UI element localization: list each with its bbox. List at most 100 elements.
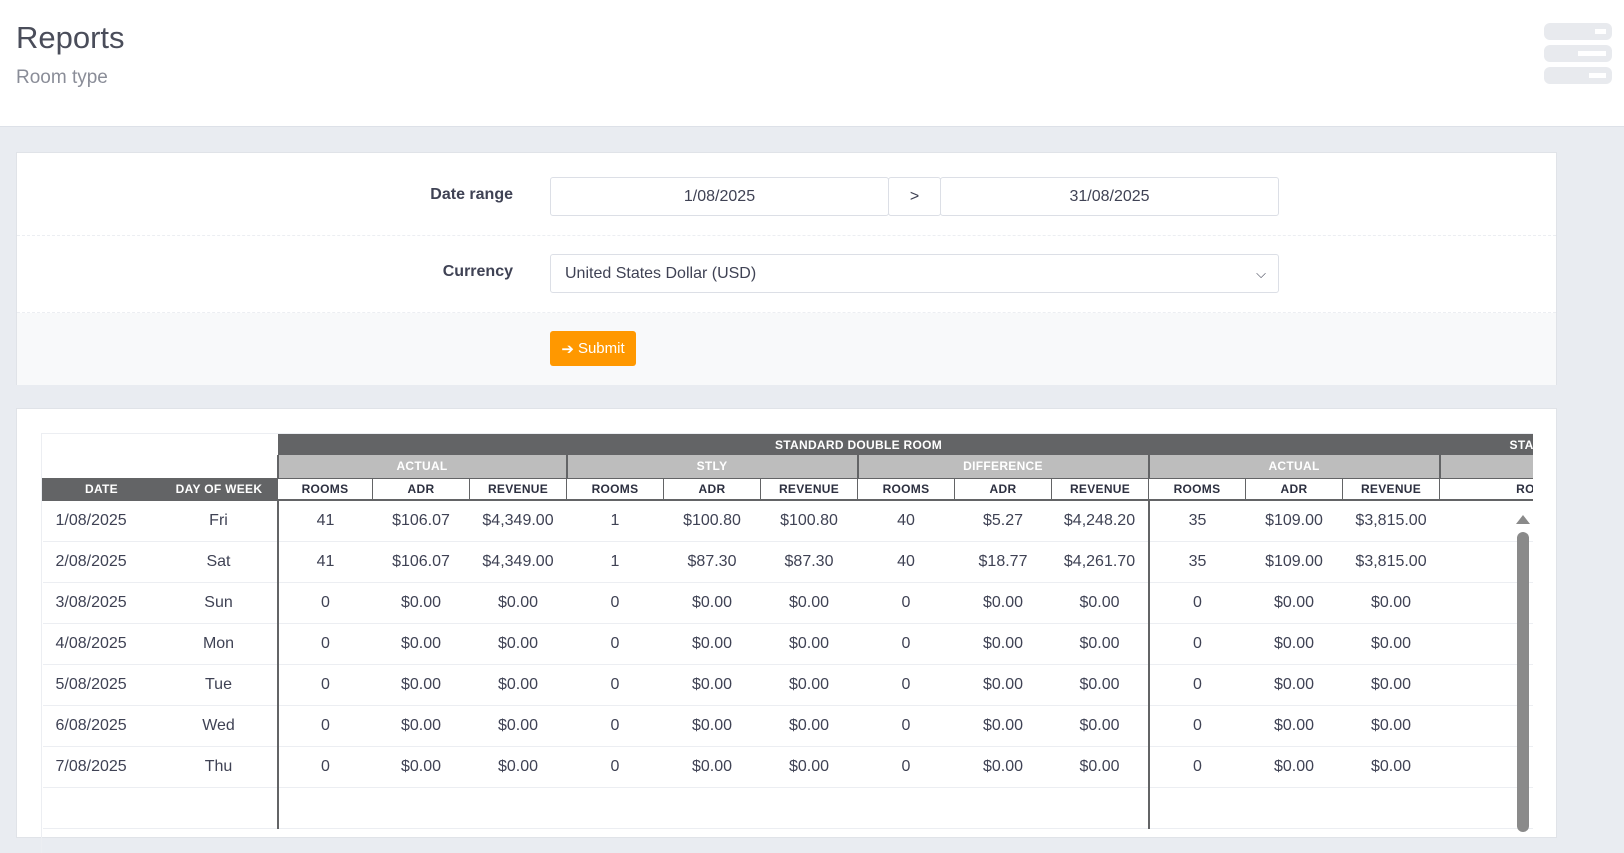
- value-cell: $0.00: [954, 623, 1052, 665]
- value-cell: 0: [857, 705, 955, 747]
- arrow-right-icon: ➔: [561, 340, 574, 358]
- col-header-date[interactable]: DATE: [42, 477, 161, 501]
- value-cell: $0.00: [1342, 746, 1440, 788]
- room-type-header: STANDARD DOUBLE ROOM: [277, 434, 1440, 455]
- currency-value: United States Dollar (USD): [565, 264, 757, 282]
- value-cell: 0: [566, 623, 664, 665]
- date-cell: 3/08/2025: [42, 582, 161, 624]
- col-header-revenue[interactable]: REVENUE: [760, 477, 858, 501]
- value-cell: 40: [857, 541, 955, 583]
- col-header-adr[interactable]: ADR: [954, 477, 1052, 501]
- col-header-rooms[interactable]: ROOMS: [566, 477, 664, 501]
- value-cell: 0: [276, 623, 373, 665]
- col-header-revenue[interactable]: REVENUE: [1341, 477, 1441, 501]
- col-header-rooms[interactable]: ROOMS: [857, 477, 955, 501]
- table-row: 6/08/2025 Wed 0 $0.00 $0.00 0 $0.00 $0.00 0 $0.00…: [42, 705, 1533, 747]
- page-subtitle: Room type: [16, 67, 108, 88]
- value-cell: 0: [1147, 664, 1246, 706]
- table-row: 2/08/2025 Sat 41 $106.07 $4,349.00 1 $87.30 $87…: [42, 541, 1533, 583]
- value-cell: 0: [857, 623, 955, 665]
- value-cell: $0.00: [469, 746, 567, 788]
- value-cell: $4,248.20: [1051, 500, 1149, 542]
- value-cell: 35: [1147, 500, 1246, 542]
- value-cell: 1: [566, 500, 664, 542]
- value-cell: $0.00: [954, 746, 1052, 788]
- day-cell: Fri: [160, 500, 278, 542]
- scroll-up-icon[interactable]: [1516, 515, 1530, 524]
- currency-row: Currency United States Dollar (USD) ⌵: [17, 236, 1556, 313]
- value-cell: $0.00: [1245, 582, 1343, 624]
- group-header: ACTUAL: [276, 455, 567, 478]
- value-cell: $3,815.00: [1342, 541, 1440, 583]
- day-cell: Sun: [160, 582, 278, 624]
- currency-label: Currency: [442, 263, 513, 280]
- value-cell: $0.00: [760, 582, 858, 624]
- date-range-row: Date range 1/08/2025 > 31/08/2025: [17, 153, 1556, 236]
- report-table-wrapper[interactable]: STANDARD DOUBLE ROOM STA ACTUAL STLY DIF…: [41, 433, 1533, 853]
- value-cell: $4,349.00: [469, 500, 567, 542]
- day-cell: Mon: [160, 623, 278, 665]
- value-cell: 0: [1147, 623, 1246, 665]
- value-cell: 0: [566, 705, 664, 747]
- value-cell: $87.30: [663, 541, 761, 583]
- table-row: 7/08/2025 Thu 0 $0.00 $0.00 0 $0.00 $0.00 0 $0.00…: [42, 746, 1533, 788]
- currency-select[interactable]: United States Dollar (USD) ⌵: [550, 254, 1279, 293]
- date-to-input[interactable]: 31/08/2025: [940, 177, 1279, 216]
- submit-button[interactable]: ➔ Submit: [550, 331, 636, 366]
- value-cell: 41: [276, 500, 373, 542]
- value-cell: $0.00: [663, 746, 761, 788]
- value-cell: $0.00: [1245, 705, 1343, 747]
- value-cell: $100.80: [760, 500, 858, 542]
- col-header-revenue[interactable]: REVENUE: [1051, 477, 1149, 501]
- col-header-day[interactable]: DAY OF WEEK: [160, 477, 278, 501]
- value-cell: $0.00: [1051, 746, 1149, 788]
- col-header-adr[interactable]: ADR: [663, 477, 761, 501]
- value-cell: 1: [566, 541, 664, 583]
- value-cell: $0.00: [469, 664, 567, 706]
- value-cell: $4,349.00: [469, 541, 567, 583]
- date-range-label: Date range: [430, 186, 513, 203]
- scrollbar-thumb[interactable]: [1517, 532, 1529, 832]
- value-cell: $0.00: [1342, 623, 1440, 665]
- value-cell: $0.00: [372, 582, 470, 624]
- value-cell: $0.00: [1342, 664, 1440, 706]
- value-cell: $0.00: [760, 664, 858, 706]
- day-cell: Wed: [160, 705, 278, 747]
- value-cell: 0: [1147, 582, 1246, 624]
- value-cell: $0.00: [760, 746, 858, 788]
- table-scrollbar[interactable]: [1516, 515, 1530, 835]
- value-cell: $0.00: [372, 623, 470, 665]
- table-row: 3/08/2025 Sun 0 $0.00 $0.00 0 $0.00 $0.00 0 $0.00…: [42, 582, 1533, 624]
- value-cell: 35: [1147, 541, 1246, 583]
- col-header-adr[interactable]: ADR: [372, 477, 470, 501]
- day-cell: Sat: [160, 541, 278, 583]
- value-cell: $18.77: [954, 541, 1052, 583]
- menu-toggle-icon[interactable]: [1544, 23, 1612, 89]
- chevron-down-icon: ⌵: [1256, 265, 1266, 281]
- value-cell: 41: [276, 541, 373, 583]
- table-row: 4/08/2025 Mon 0 $0.00 $0.00 0 $0.00 $0.00 0 $0.00…: [42, 623, 1533, 665]
- col-header-rooms[interactable]: ROOMS: [1439, 477, 1533, 501]
- value-cell: $106.07: [372, 541, 470, 583]
- day-cell: Tue: [160, 664, 278, 706]
- value-cell: $0.00: [1051, 705, 1149, 747]
- room-type-header: STA: [1439, 434, 1533, 455]
- value-cell: $0.00: [469, 582, 567, 624]
- page-title: Reports: [16, 20, 125, 55]
- report-table: STANDARD DOUBLE ROOM STA ACTUAL STLY DIF…: [42, 434, 1533, 829]
- value-cell: 0: [566, 582, 664, 624]
- page-header: Reports Room type: [0, 0, 1624, 127]
- group-header: DIFFERENCE: [856, 455, 1149, 478]
- date-from-input[interactable]: 1/08/2025: [550, 177, 889, 216]
- col-header-rooms[interactable]: ROOMS: [1148, 477, 1246, 501]
- col-header-revenue[interactable]: REVENUE: [469, 477, 567, 501]
- col-header-rooms[interactable]: ROOMS: [277, 477, 373, 501]
- value-cell: 0: [857, 582, 955, 624]
- value-cell: $0.00: [469, 623, 567, 665]
- value-cell: 0: [566, 746, 664, 788]
- value-cell: 0: [276, 664, 373, 706]
- col-header-adr[interactable]: ADR: [1245, 477, 1343, 501]
- value-cell: $0.00: [1051, 582, 1149, 624]
- value-cell: $0.00: [1245, 623, 1343, 665]
- value-cell: $0.00: [1245, 664, 1343, 706]
